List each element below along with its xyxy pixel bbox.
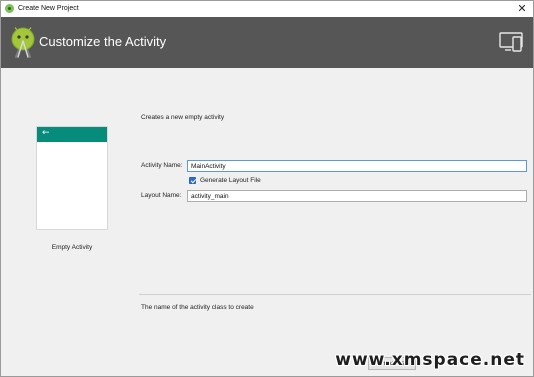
title-bar: Create New Project ✕	[1, 1, 533, 17]
layout-name-label: Layout Name:	[141, 192, 182, 199]
wizard-header: Customize the Activity	[1, 17, 533, 68]
preview-toolbar: ←	[37, 127, 107, 142]
page-title: Customize the Activity	[39, 34, 167, 49]
wizard-content: ← Empty Activity Creates a new empty act…	[1, 68, 533, 376]
close-icon[interactable]: ✕	[515, 2, 529, 16]
android-studio-logo-icon	[11, 27, 35, 59]
activity-name-label: Activity Name:	[141, 162, 183, 169]
create-project-dialog: Create New Project ✕ Customize the Activ…	[0, 0, 534, 377]
watermark: www.xmspace.net	[335, 350, 525, 370]
android-studio-icon	[5, 4, 14, 13]
generate-layout-label[interactable]: Generate Layout File	[200, 177, 261, 184]
layout-name-input[interactable]	[187, 190, 527, 202]
activity-preview: ←	[36, 126, 108, 230]
activity-description: Creates a new empty activity	[141, 114, 225, 121]
activity-name-input[interactable]	[187, 160, 527, 172]
back-arrow-icon: ←	[42, 128, 50, 138]
window-title: Create New Project	[18, 5, 79, 12]
preview-caption: Empty Activity	[51, 244, 93, 251]
field-hint: The name of the activity class to create	[141, 304, 254, 311]
divider	[139, 294, 531, 295]
generate-layout-checkbox[interactable]	[189, 177, 196, 184]
device-preview-icon	[499, 32, 523, 52]
